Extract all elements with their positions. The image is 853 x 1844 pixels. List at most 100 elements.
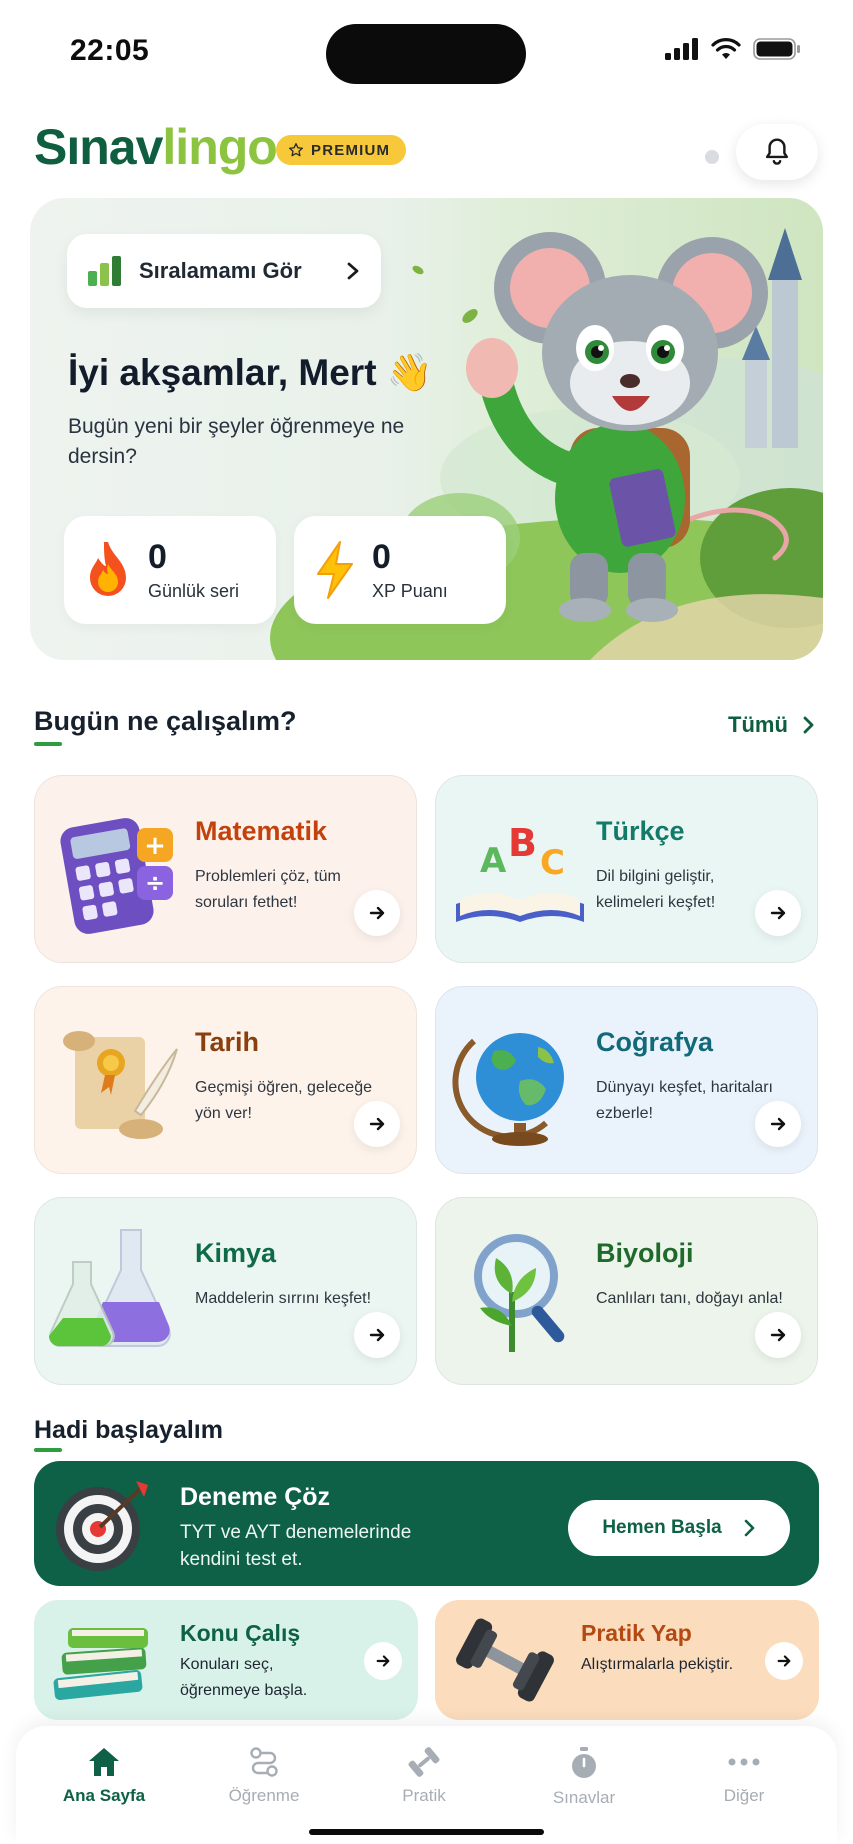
bottom-tab-bar: Ana Sayfa Öğrenme Pratik Sınavlar Diğer — [16, 1726, 837, 1844]
route-icon — [250, 1747, 278, 1777]
see-all-label: Tümü — [728, 712, 788, 737]
subjects-section-title: Bugün ne çalışalım? — [34, 706, 297, 736]
subject-title: Tarih — [195, 1027, 260, 1057]
open-subject-button[interactable] — [755, 1101, 801, 1147]
xp-value: 0 — [372, 537, 391, 576]
stopwatch-icon — [572, 1747, 596, 1778]
lightning-icon — [317, 541, 353, 599]
open-subject-button[interactable] — [755, 890, 801, 936]
ranking-button[interactable]: Sıralamamı Gör — [67, 234, 381, 308]
ranking-label: Sıralamamı Gör — [139, 258, 302, 283]
practice-card[interactable]: Pratik Yap Alıştırmalarla pekiştir. — [435, 1600, 819, 1720]
open-subject-button[interactable] — [354, 890, 400, 936]
arrow-right-icon — [369, 1117, 385, 1131]
xp-card[interactable]: 0 XP Puanı — [294, 516, 506, 624]
subject-card-matematik[interactable]: + ÷ Matematik Problemleri çöz, tüm sorul… — [34, 775, 417, 963]
subject-card-turkce[interactable]: A B C Türkçe Dil bilgini geliştir, kelim… — [435, 775, 818, 963]
battery-icon — [753, 38, 800, 60]
svg-text:A: A — [480, 841, 507, 881]
status-time: 22:05 — [70, 34, 150, 67]
status-icons — [665, 38, 801, 60]
cellular-signal-icon — [665, 38, 698, 60]
bell-icon — [765, 138, 789, 165]
tab-practice[interactable]: Pratik — [354, 1746, 494, 1806]
books-icon — [53, 1628, 148, 1701]
globe-icon — [452, 1033, 564, 1146]
streak-value: 0 — [148, 537, 167, 576]
study-topics-card[interactable]: Konu Çalış Konuları seç, öğrenmeye başla… — [34, 1600, 418, 1720]
practice-title: Pratik Yap — [581, 1620, 692, 1646]
arrow-right-icon — [369, 906, 385, 920]
streak-label: Günlük seri — [148, 580, 240, 601]
flask-icon — [49, 1229, 171, 1347]
tab-label: Diğer — [723, 1786, 765, 1805]
svg-text:+: + — [144, 831, 166, 861]
see-all-link[interactable]: Tümü — [728, 712, 816, 738]
start-section-title: Hadi başlayalım — [34, 1416, 223, 1444]
scroll-icon — [63, 1031, 178, 1139]
greeting-title: İyi akşamlar, Mert 👋 — [68, 352, 433, 393]
notifications-button[interactable] — [736, 124, 818, 180]
tab-more[interactable]: Diğer — [674, 1746, 814, 1806]
tab-label: Ana Sayfa — [62, 1786, 146, 1805]
bar-chart-icon — [88, 256, 121, 286]
arrow-right-icon — [770, 906, 786, 920]
dumbbell-icon — [456, 1618, 554, 1702]
star-icon — [289, 143, 303, 157]
page-indicator-dot — [705, 150, 719, 164]
home-indicator — [309, 1829, 544, 1835]
streak-card[interactable]: 0 Günlük seri — [64, 516, 276, 624]
arrow-right-icon — [369, 1328, 385, 1342]
arrow-right-icon — [770, 1328, 786, 1342]
tab-label: Pratik — [402, 1786, 446, 1805]
tab-exams[interactable]: Sınavlar — [514, 1746, 654, 1808]
open-subject-button[interactable] — [354, 1101, 400, 1147]
home-icon — [89, 1748, 119, 1776]
exam-cta-desc: TYT ve AYT denemelerinde kendini test et… — [180, 1522, 412, 1570]
subject-title: Kimya — [195, 1238, 277, 1268]
dynamic-island — [326, 24, 526, 84]
more-icon — [728, 1758, 760, 1766]
study-topics-title: Konu Çalış — [180, 1620, 301, 1646]
tab-label: Sınavlar — [552, 1788, 616, 1807]
arrow-right-icon — [770, 1117, 786, 1131]
study-topics-desc: Konuları seç, öğrenmeye başla. — [180, 1656, 308, 1699]
exam-cta-title: Deneme Çöz — [180, 1483, 331, 1511]
premium-badge[interactable]: PREMIUM — [276, 135, 407, 165]
open-study-button[interactable] — [364, 1642, 402, 1680]
tab-label: Öğrenme — [228, 1786, 300, 1805]
chevron-right-icon — [744, 1519, 754, 1537]
open-subject-button[interactable] — [755, 1312, 801, 1358]
subject-card-cografya[interactable]: Coğrafya Dünyayı keşfet, haritaları ezbe… — [435, 986, 818, 1174]
subject-title: Matematik — [195, 816, 328, 846]
premium-label: PREMIUM — [311, 141, 391, 159]
tab-learning[interactable]: Öğrenme — [194, 1746, 334, 1806]
open-practice-button[interactable] — [765, 1642, 803, 1680]
start-now-button[interactable]: Hemen Başla — [568, 1500, 790, 1556]
subject-title: Coğrafya — [596, 1027, 714, 1057]
subject-card-tarih[interactable]: Tarih Geçmişi öğren, geleceğe yön ver! — [34, 986, 417, 1174]
subject-desc: Maddelerin sırrını keşfet! — [195, 1290, 372, 1307]
flame-icon — [90, 542, 126, 596]
subject-title: Türkçe — [596, 816, 685, 846]
practice-desc: Alıştırmalarla pekiştir. — [581, 1656, 734, 1673]
svg-text:C: C — [540, 843, 565, 883]
xp-label: XP Puanı — [372, 580, 448, 601]
chevron-right-icon — [803, 716, 814, 734]
target-icon — [56, 1481, 148, 1571]
subject-card-kimya[interactable]: Kimya Maddelerin sırrını keşfet! — [34, 1197, 417, 1385]
subject-title: Biyoloji — [596, 1238, 694, 1268]
subject-desc: Canlıları tanı, doğayı anla! — [596, 1290, 783, 1307]
app-logo: Sınavlingo — [34, 119, 278, 175]
svg-text:B: B — [508, 821, 537, 865]
abc-book-icon: A B C — [456, 821, 584, 922]
subject-card-biyoloji[interactable]: Biyoloji Canlıları tanı, doğayı anla! — [435, 1197, 818, 1385]
wifi-icon — [711, 38, 741, 59]
svg-text:÷: ÷ — [145, 869, 165, 897]
section-underline — [34, 1448, 62, 1452]
open-subject-button[interactable] — [354, 1312, 400, 1358]
exam-cta-card[interactable]: Deneme Çöz TYT ve AYT denemelerinde kend… — [34, 1461, 819, 1586]
section-underline — [34, 742, 62, 746]
dumbbell-icon — [408, 1747, 440, 1777]
tab-home[interactable]: Ana Sayfa — [34, 1746, 174, 1806]
